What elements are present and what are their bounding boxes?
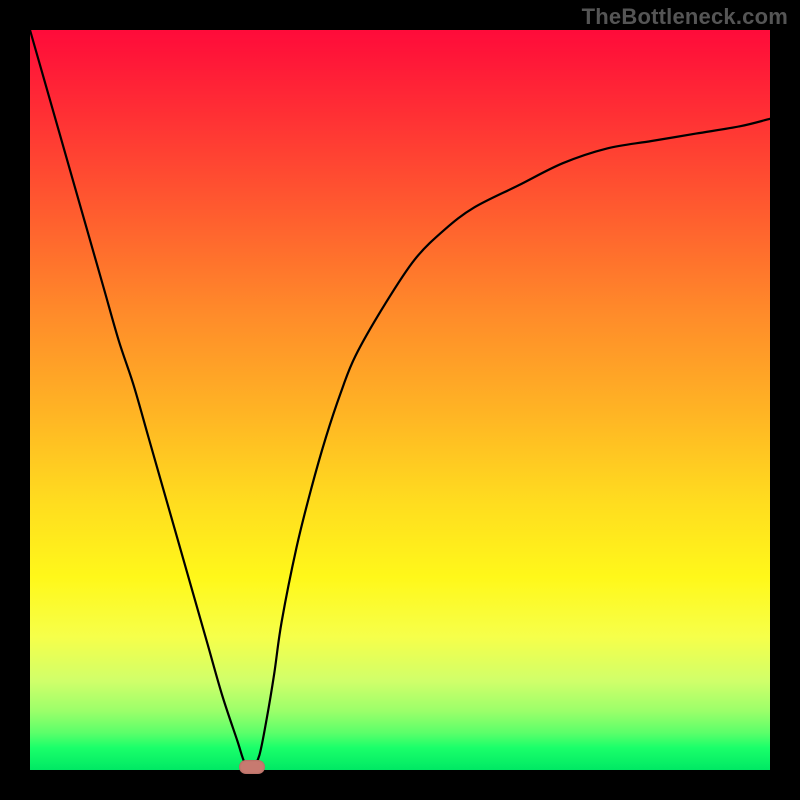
bottleneck-curve xyxy=(30,30,770,770)
watermark-text: TheBottleneck.com xyxy=(582,4,788,30)
plot-area xyxy=(30,30,770,770)
chart-frame: TheBottleneck.com xyxy=(0,0,800,800)
curve-path xyxy=(30,30,770,770)
optimum-marker xyxy=(239,760,265,774)
